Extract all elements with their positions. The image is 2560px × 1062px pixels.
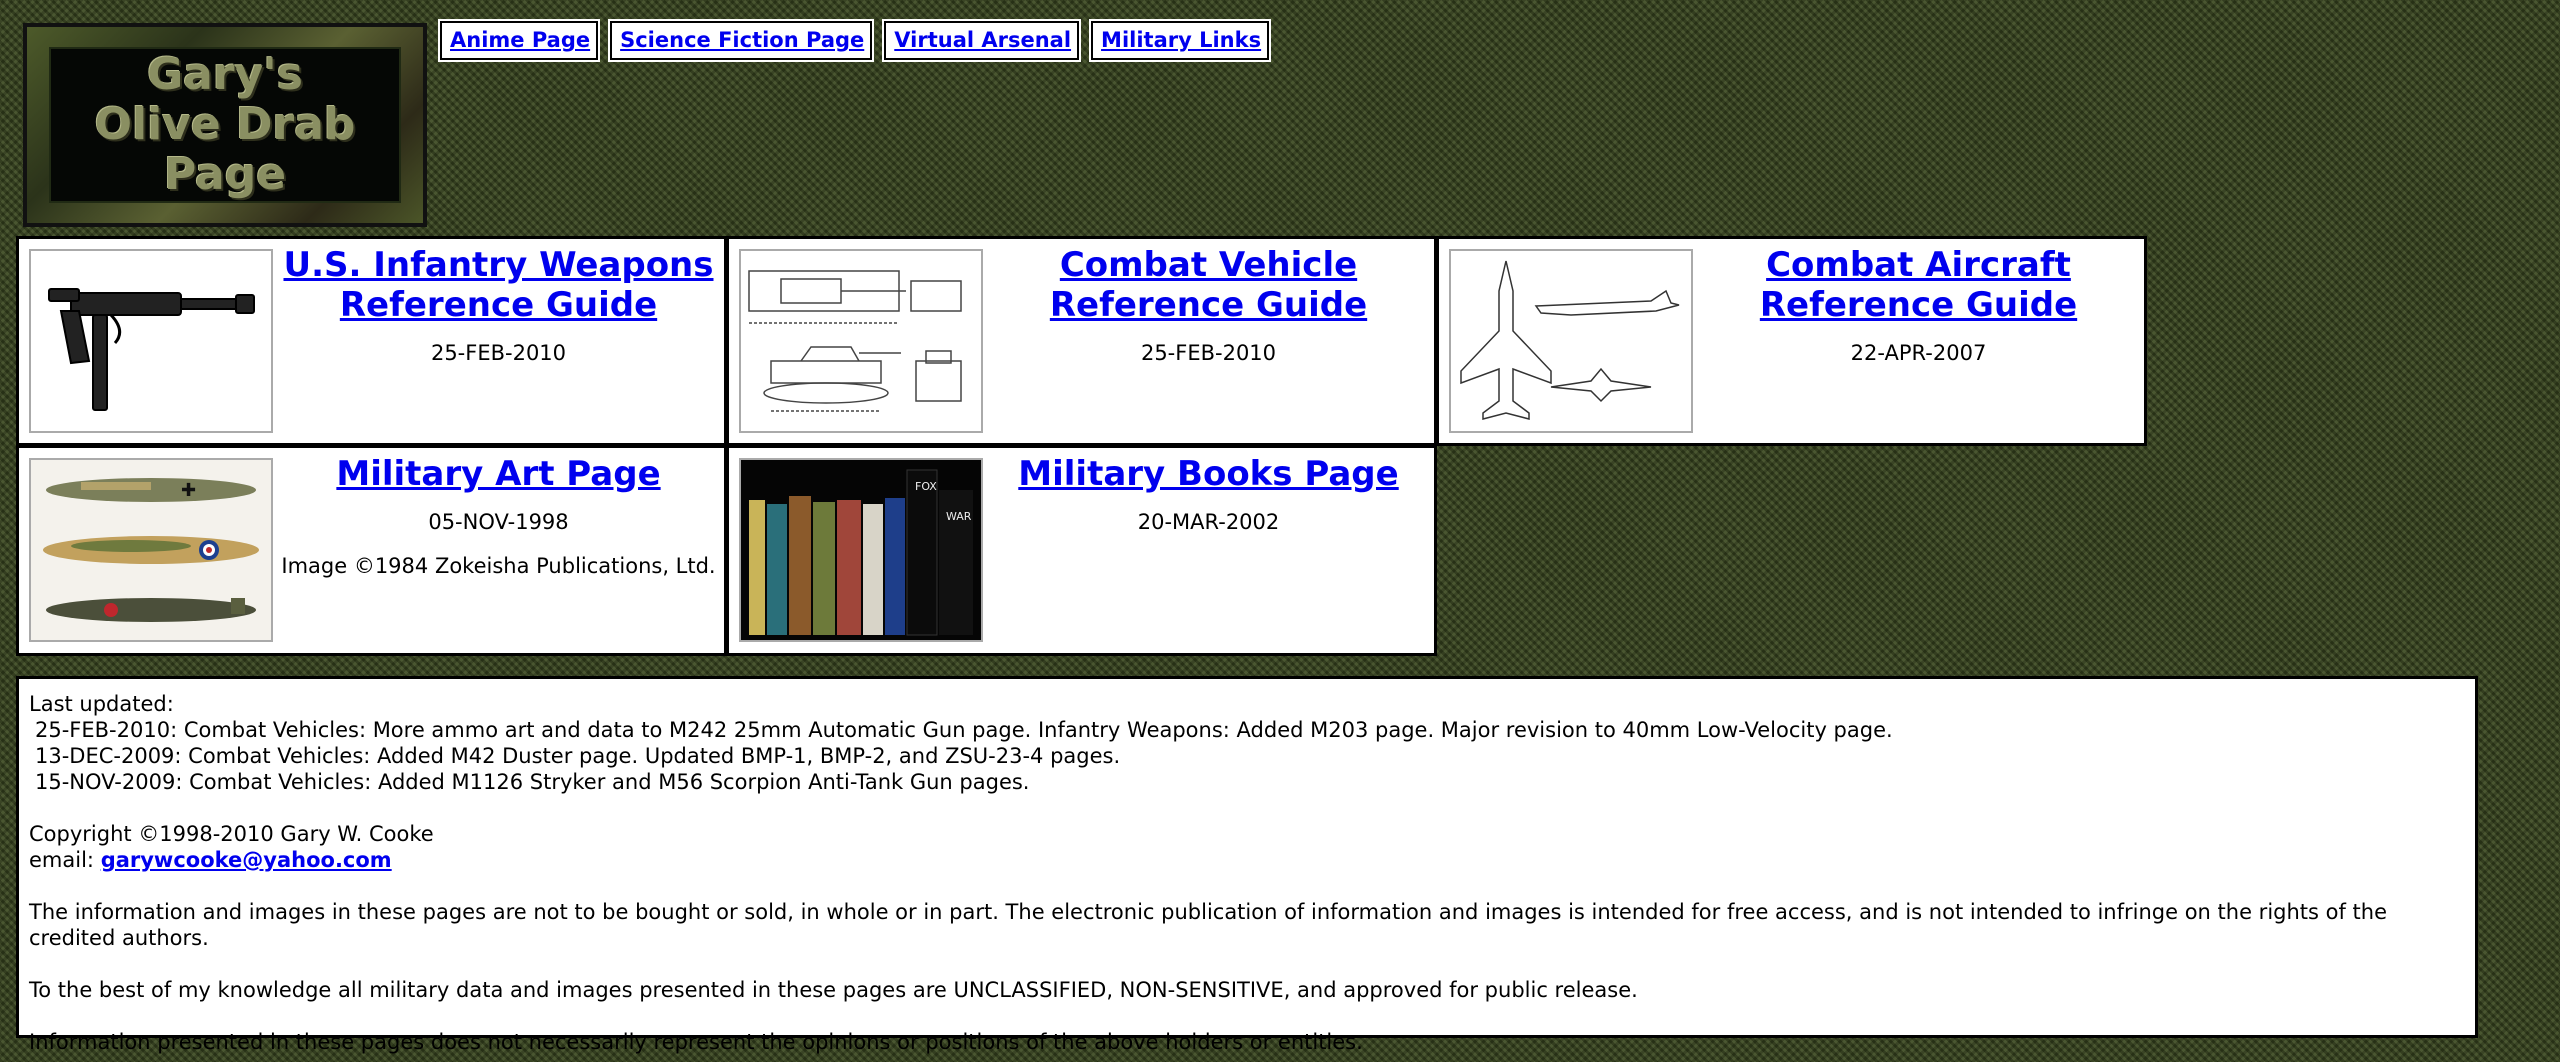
disclaimer-text: The information and images in these page… xyxy=(29,900,2388,950)
card-combat-vehicle: Combat Vehicle Reference Guide 25-FEB-20… xyxy=(726,236,1437,446)
card-date: 20-MAR-2002 xyxy=(1137,510,1280,534)
submachine-gun-image[interactable] xyxy=(29,249,273,433)
opinion-disclaimer-text: Information presented in these pages doe… xyxy=(29,1030,1363,1054)
nav-box-science-fiction: Science Fiction Page xyxy=(608,19,875,62)
card-military-books: FOX WAR Military Books Page 20-MAR-2002 xyxy=(726,445,1437,656)
military-books-link[interactable]: Military Books Page xyxy=(991,454,1426,494)
logo-text: Gary's Olive Drab Page xyxy=(94,49,356,200)
site-logo: Gary's Olive Drab Page xyxy=(23,23,427,227)
card-military-art: ✚ Military Art Page 05-NOV-1998 Image ©1… xyxy=(16,445,727,656)
email-link[interactable]: garywcooke@yahoo.com xyxy=(101,848,392,872)
nav-box-military-links: Military Links xyxy=(1089,19,1272,62)
card-body: Military Art Page 05-NOV-1998 Image ©198… xyxy=(281,454,716,578)
card-body: U.S. Infantry Weapons Reference Guide 25… xyxy=(281,245,716,365)
nav-link-science-fiction[interactable]: Science Fiction Page xyxy=(620,28,864,52)
update-entry: 15-NOV-2009: Combat Vehicles: Added M112… xyxy=(35,770,1030,794)
combat-vehicle-link[interactable]: Combat Vehicle Reference Guide xyxy=(991,245,1426,325)
bookshelf-image[interactable]: FOX WAR xyxy=(739,458,983,642)
nav-link-virtual-arsenal[interactable]: Virtual Arsenal xyxy=(894,28,1071,52)
email-label: email: xyxy=(29,848,94,872)
card-body: Military Books Page 20-MAR-2002 xyxy=(991,454,1426,534)
nav-link-anime[interactable]: Anime Page xyxy=(450,28,590,52)
update-info-panel: Last updated: 25-FEB-2010: Combat Vehicl… xyxy=(16,676,2478,1054)
update-entry: 13-DEC-2009: Combat Vehicles: Added M42 … xyxy=(35,744,1121,768)
fighter-jet-diagram-image[interactable] xyxy=(1449,249,1693,433)
svg-text:✚: ✚ xyxy=(181,480,196,501)
card-date: 05-NOV-1998 xyxy=(428,510,569,534)
svg-text:FOX: FOX xyxy=(915,480,937,493)
update-entry: 25-FEB-2010: Combat Vehicles: More ammo … xyxy=(35,718,1893,742)
tank-diagram-image[interactable] xyxy=(739,249,983,433)
card-body: Combat Vehicle Reference Guide 25-FEB-20… xyxy=(991,245,1426,365)
card-body: Combat Aircraft Reference Guide 22-APR-2… xyxy=(1701,245,2136,365)
warplane-art-image[interactable]: ✚ xyxy=(29,458,273,642)
nav-box-anime: Anime Page xyxy=(437,19,601,62)
svg-text:WAR: WAR xyxy=(946,510,972,523)
card-infantry-weapons: U.S. Infantry Weapons Reference Guide 25… xyxy=(16,236,727,446)
card-date: 25-FEB-2010 xyxy=(1140,341,1277,365)
card-date: 22-APR-2007 xyxy=(1850,341,1987,365)
combat-aircraft-link[interactable]: Combat Aircraft Reference Guide xyxy=(1701,245,2136,325)
top-nav: Anime Page Science Fiction Page Virtual … xyxy=(437,19,1272,62)
copyright-text: Copyright ©1998-2010 Gary W. Cooke xyxy=(29,822,434,846)
infantry-weapons-link[interactable]: U.S. Infantry Weapons Reference Guide xyxy=(281,245,716,325)
card-combat-aircraft: Combat Aircraft Reference Guide 22-APR-2… xyxy=(1436,236,2147,446)
card-date: 25-FEB-2010 xyxy=(430,341,567,365)
last-updated-label: Last updated: xyxy=(29,692,174,716)
classification-text: To the best of my knowledge all military… xyxy=(29,978,1638,1002)
email-line: email: garywcooke@yahoo.com xyxy=(29,847,2465,873)
nav-link-military-links[interactable]: Military Links xyxy=(1101,28,1261,52)
image-credit: Image ©1984 Zokeisha Publications, Ltd. xyxy=(281,554,716,578)
logo-plate: Gary's Olive Drab Page xyxy=(49,47,401,203)
nav-box-virtual-arsenal: Virtual Arsenal xyxy=(882,19,1082,62)
military-art-link[interactable]: Military Art Page xyxy=(281,454,716,494)
